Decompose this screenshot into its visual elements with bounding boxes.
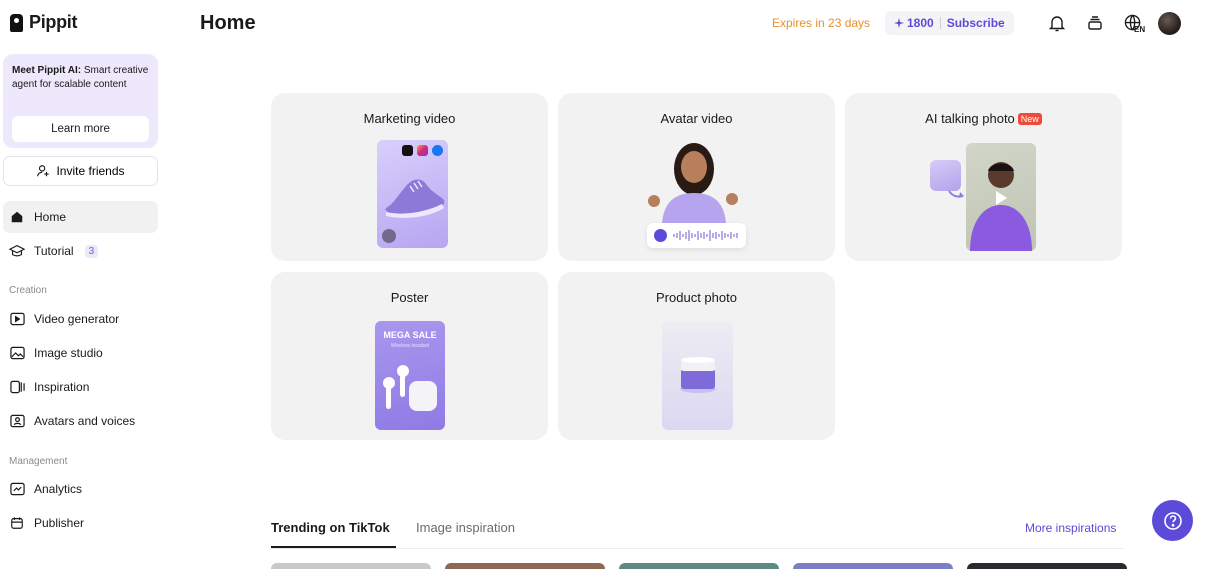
sidebar-item-avatars-and-voices[interactable]: Avatars and voices (3, 405, 158, 437)
avatar-icon (9, 413, 25, 429)
inspiration-thumbnail[interactable] (445, 563, 605, 569)
notifications-button[interactable] (1046, 12, 1068, 34)
home-icon (9, 209, 25, 225)
product-photo-thumbnail (662, 321, 733, 430)
card-title: Marketing video (363, 111, 456, 126)
expiry-notice: Expires in 23 days (772, 16, 871, 30)
invite-friends-button[interactable]: Invite friends (3, 156, 158, 186)
help-button[interactable] (1152, 500, 1193, 541)
avatar-person-illustration (648, 143, 738, 223)
sidebar: Pippit Meet Pippit AI: Smart creative ag… (0, 0, 170, 569)
active-tab-indicator (271, 546, 396, 548)
video-icon (9, 311, 25, 327)
add-user-icon (37, 165, 50, 177)
tutorial-count-badge: 3 (84, 244, 99, 258)
earbuds-illustration (383, 365, 437, 411)
talking-photo-thumbnail (966, 143, 1036, 251)
credits-box: 1800 Subscribe (885, 11, 1014, 35)
tab-trending-on-tiktok[interactable]: Trending on TikTok (271, 520, 390, 535)
language-code: EN (1134, 25, 1146, 34)
card-marketing-video[interactable]: Marketing video (271, 93, 548, 261)
user-avatar[interactable] (1158, 12, 1181, 35)
sidebar-item-label: Avatars and voices (34, 414, 136, 428)
new-badge: New (1017, 113, 1042, 125)
card-title: Product photo (656, 290, 737, 305)
brand-name: Pippit (29, 12, 78, 32)
more-inspirations-link[interactable]: More inspirations (1025, 521, 1116, 535)
voice-waveform-chip (647, 223, 746, 248)
inspiration-icon (9, 379, 25, 395)
credits-balance[interactable]: 1800 (894, 16, 934, 30)
card-title: Avatar video (660, 111, 733, 126)
sidebar-item-inspiration[interactable]: Inspiration (3, 371, 158, 403)
instagram-icon (417, 145, 428, 156)
learn-more-button[interactable]: Learn more (12, 116, 149, 142)
sidebar-item-label: Video generator (34, 312, 120, 326)
play-icon (382, 229, 396, 243)
poster-thumbnail: MEGA SALE Wireless headset (375, 321, 445, 430)
facebook-icon (432, 145, 443, 156)
play-icon (996, 191, 1007, 205)
sidebar-item-video-generator[interactable]: Video generator (3, 303, 158, 335)
card-poster[interactable]: Poster MEGA SALE Wireless headset (271, 272, 548, 440)
sidebar-item-publisher[interactable]: Publisher (3, 507, 158, 539)
section-label-creation: Creation (9, 285, 47, 296)
arrow-icon (948, 190, 964, 198)
inspiration-thumbnail[interactable] (967, 563, 1127, 569)
bell-icon (1048, 16, 1066, 32)
card-avatar-video[interactable]: Avatar video (558, 93, 835, 261)
sidebar-item-tutorial[interactable]: Tutorial 3 (3, 235, 158, 267)
question-mark-icon (1163, 511, 1182, 530)
sneaker-illustration (385, 179, 445, 218)
sidebar-item-label: Image studio (34, 346, 103, 360)
calendar-icon (9, 515, 25, 531)
pippit-logo-icon (10, 13, 23, 32)
tab-image-inspiration[interactable]: Image inspiration (416, 520, 515, 535)
inspiration-thumbnail[interactable] (271, 563, 431, 569)
card-product-photo[interactable]: Product photo (558, 272, 835, 440)
sidebar-item-label: Home (34, 210, 67, 224)
cream-jar-illustration (680, 357, 716, 393)
waveform-icon (673, 230, 738, 241)
tiktok-icon (402, 145, 413, 156)
inspiration-thumbnail[interactable] (619, 563, 779, 569)
promo-text: Meet Pippit AI: Smart creative agent for… (12, 64, 149, 91)
marketing-video-thumbnail (377, 140, 448, 248)
card-title: Poster (390, 290, 429, 305)
sidebar-item-image-studio[interactable]: Image studio (3, 337, 158, 369)
card-title-text: AI talking photo (925, 111, 1015, 126)
sidebar-item-analytics[interactable]: Analytics (3, 473, 158, 505)
card-ai-talking-photo[interactable]: AI talking photo New (845, 93, 1122, 261)
credits-value: 1800 (907, 16, 934, 30)
divider (939, 17, 941, 29)
play-icon (654, 229, 667, 242)
tabs-divider (271, 548, 1123, 549)
page-title: Home (200, 12, 256, 34)
sidebar-item-label: Inspiration (34, 380, 90, 394)
section-label-management: Management (9, 456, 68, 467)
poster-subtitle: Wireless headset (390, 343, 430, 349)
inspiration-thumbnail[interactable] (793, 563, 953, 569)
assets-button[interactable] (1084, 12, 1106, 34)
sidebar-item-home[interactable]: Home (3, 201, 158, 233)
sidebar-item-label: Analytics (34, 482, 83, 496)
chart-icon (9, 481, 25, 497)
source-photo-thumbnail (930, 160, 961, 191)
promo-bold: Meet Pippit AI: (12, 65, 82, 76)
sparkle-icon (894, 18, 904, 28)
subscribe-link[interactable]: Subscribe (947, 16, 1005, 30)
brand-logo[interactable]: Pippit (10, 12, 78, 33)
poster-headline: MEGA SALE (383, 330, 437, 340)
graduation-cap-icon (9, 243, 25, 259)
app-root: Pippit Meet Pippit AI: Smart creative ag… (0, 0, 1213, 569)
invite-label: Invite friends (56, 164, 125, 178)
card-title: AI talking photo New (845, 111, 1122, 126)
layers-icon (1088, 16, 1102, 30)
language-button[interactable]: EN (1120, 12, 1146, 34)
sidebar-item-label: Publisher (34, 516, 85, 530)
promo-card: Meet Pippit AI: Smart creative agent for… (3, 54, 158, 148)
image-icon (9, 345, 25, 361)
sidebar-item-label: Tutorial (34, 244, 74, 258)
